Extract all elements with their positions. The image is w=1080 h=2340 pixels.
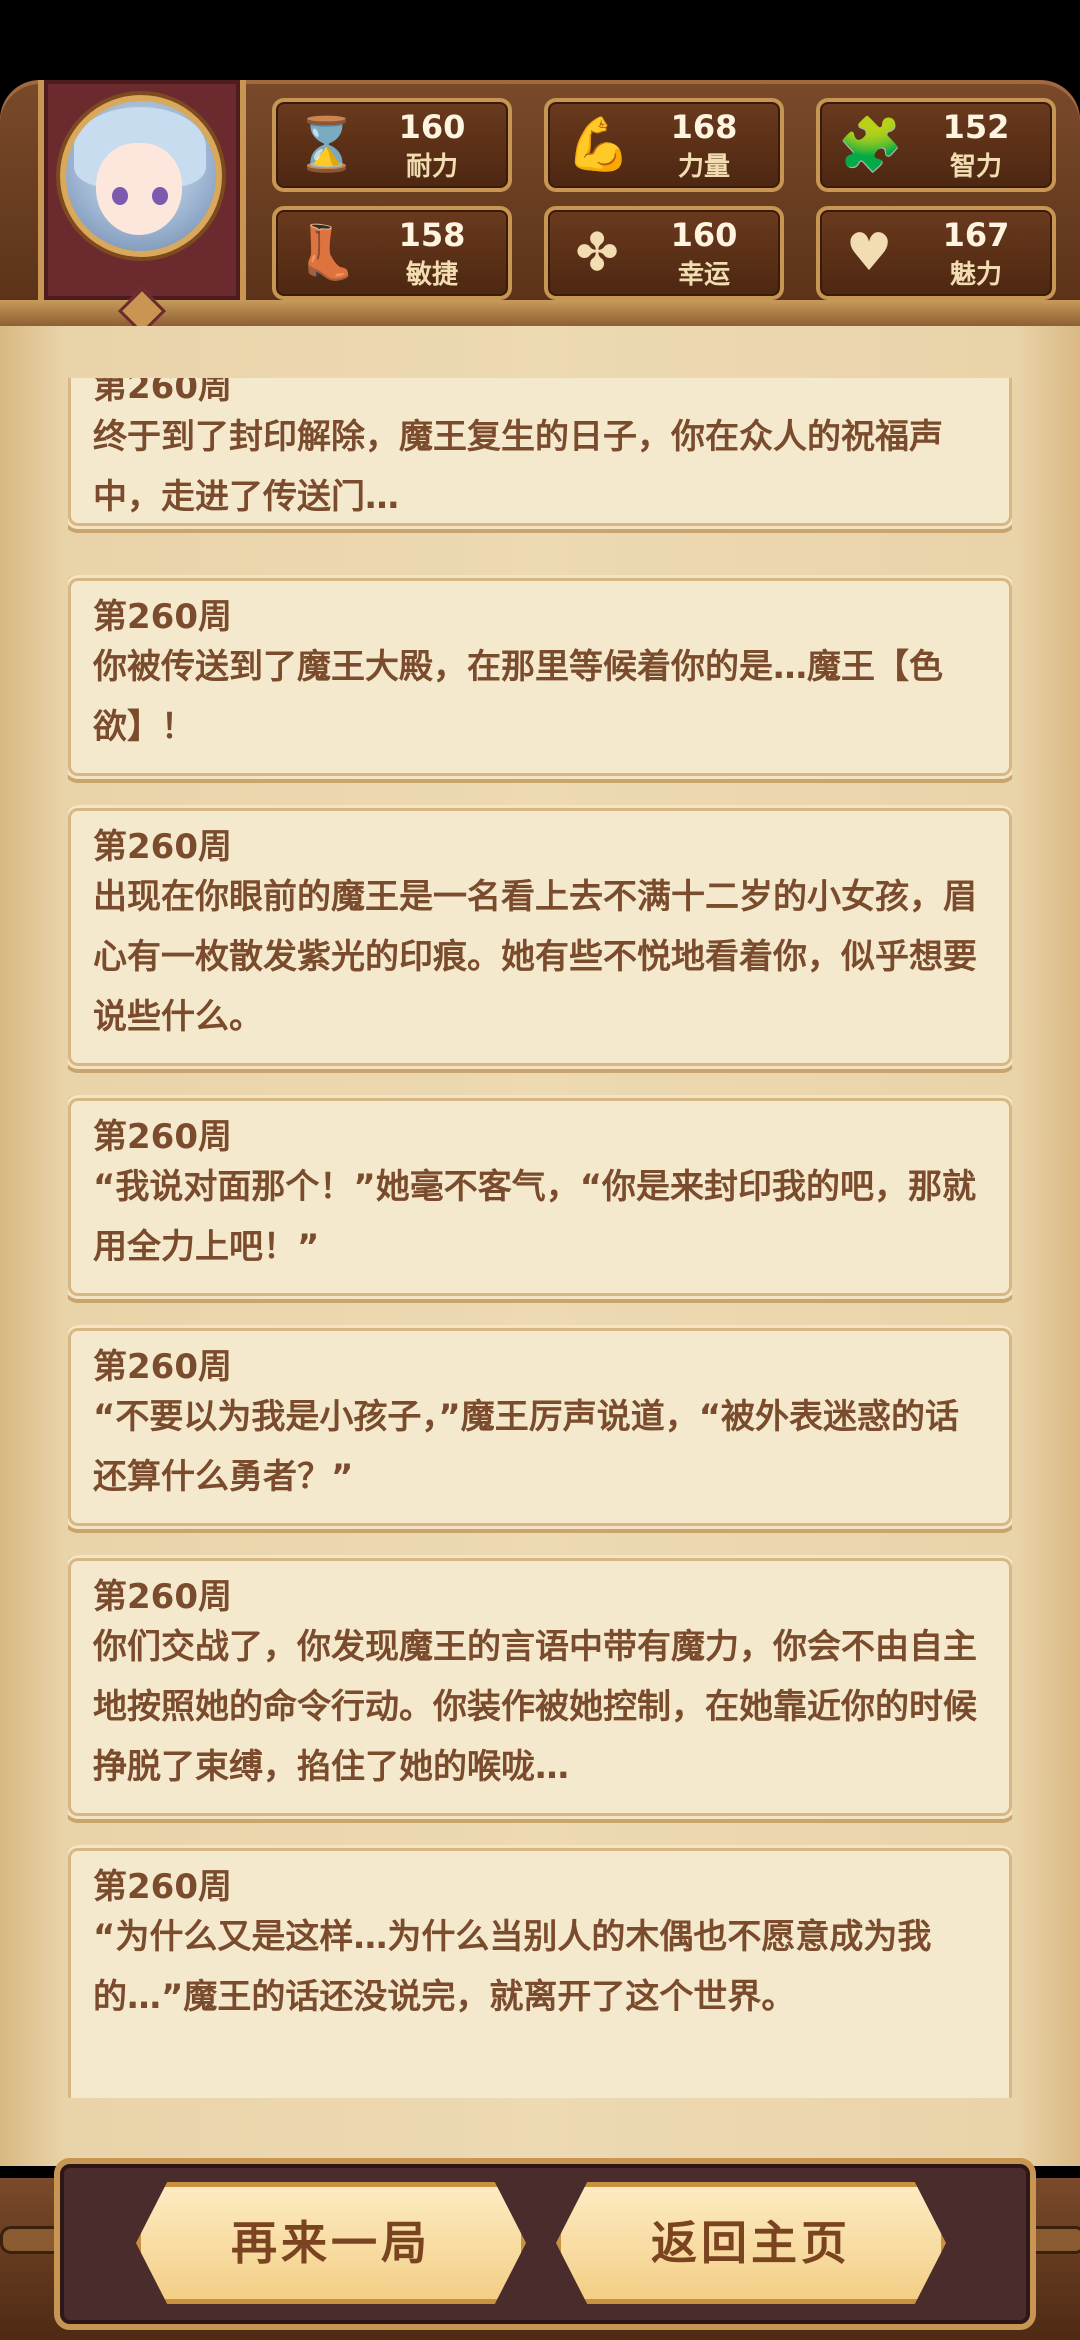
retry-button[interactable]: 再来一局 xyxy=(136,2182,526,2304)
stat-value: 160 xyxy=(670,216,738,254)
stat-value: 167 xyxy=(942,216,1010,254)
arm-icon: 💪 xyxy=(566,115,631,175)
stat-value: 158 xyxy=(398,216,466,254)
log-week: 第260周 xyxy=(93,1867,232,1907)
log-text: 你们交战了，你发现魔王的言语中带有魔力，你会不由自主地按照她的命令行动。你装作被… xyxy=(93,1627,977,1787)
log-entry: 第260周 “为什么又是这样…为什么当别人的木偶也不愿意成为我的…”魔王的话还没… xyxy=(68,1848,1012,2098)
stat-value: 160 xyxy=(398,108,466,146)
log-text: “不要以为我是小孩子，”魔王厉声说道，“被外表迷惑的话还算什么勇者？” xyxy=(93,1397,960,1497)
stat-value: 168 xyxy=(670,108,738,146)
stat-label: 幸运 xyxy=(677,260,730,290)
log-week: 第260周 xyxy=(93,597,232,637)
stat-value: 152 xyxy=(942,108,1010,146)
stat-label: 耐力 xyxy=(405,152,458,182)
log-text: “我说对面那个！”她毫不客气，“你是来封印我的吧，那就用全力上吧！” xyxy=(93,1167,977,1267)
log-entry: 第260周 终于到了封印解除，魔王复生的日子，你在众人的祝福声中，走进了传送门… xyxy=(68,378,1012,526)
avatar-eye xyxy=(112,187,128,205)
stat-intelligence: 🧩 152 智力 xyxy=(816,98,1056,192)
log-week: 第260周 xyxy=(93,827,232,867)
hourglass-icon: ⌛ xyxy=(294,115,359,175)
stat-label: 智力 xyxy=(949,152,1002,182)
avatar[interactable] xyxy=(60,95,222,257)
log-entry: 第260周 你被传送到了魔王大殿，在那里等候着你的是…魔王【色欲】！ xyxy=(68,578,1012,776)
clover-icon: ✤ xyxy=(575,223,619,283)
log-week: 第260周 xyxy=(93,1347,232,1387)
log-text: “为什么又是这样…为什么当别人的木偶也不愿意成为我的…”魔王的话还没说完，就离开… xyxy=(93,1917,932,2017)
stat-label: 敏捷 xyxy=(405,260,458,290)
stat-label: 魅力 xyxy=(949,260,1002,290)
heart-plus-icon: ♥ xyxy=(845,223,893,283)
puzzle-icon: 🧩 xyxy=(838,115,903,175)
log-text: 你被传送到了魔王大殿，在那里等候着你的是…魔王【色欲】！ xyxy=(93,647,943,747)
log-entry: 第260周 “我说对面那个！”她毫不客气，“你是来封印我的吧，那就用全力上吧！” xyxy=(68,1098,1012,1296)
log-text: 终于到了封印解除，魔王复生的日子，你在众人的祝福声中，走进了传送门… xyxy=(93,417,943,517)
log-entry: 第260周 出现在你眼前的魔王是一名看上去不满十二岁的小女孩，眉心有一枚散发紫光… xyxy=(68,808,1012,1066)
log-week: 第260周 xyxy=(93,378,232,407)
log-week: 第260周 xyxy=(93,1117,232,1157)
log-week: 第260周 xyxy=(93,1577,232,1617)
boot-icon: 👢 xyxy=(294,223,359,283)
log-entry: 第260周 “不要以为我是小孩子，”魔王厉声说道，“被外表迷惑的话还算什么勇者？… xyxy=(68,1328,1012,1526)
avatar-eye xyxy=(152,187,168,205)
stat-strength: 💪 168 力量 xyxy=(544,98,784,192)
stat-label: 力量 xyxy=(677,152,730,182)
event-log[interactable]: 第260周 终于到了封印解除，魔王复生的日子，你在众人的祝福声中，走进了传送门…… xyxy=(68,378,1012,2098)
avatar-face xyxy=(96,143,182,235)
home-button[interactable]: 返回主页 xyxy=(556,2182,946,2304)
log-entry: 第260周 你们交战了，你发现魔王的言语中带有魔力，你会不由自主地按照她的命令行… xyxy=(68,1558,1012,1816)
stat-charm: ♥ 167 魅力 xyxy=(816,206,1056,300)
log-text: 出现在你眼前的魔王是一名看上去不满十二岁的小女孩，眉心有一枚散发紫光的印痕。她有… xyxy=(93,877,977,1037)
stat-endurance: ⌛ 160 耐力 xyxy=(272,98,512,192)
stat-agility: 👢 158 敏捷 xyxy=(272,206,512,300)
stat-luck: ✤ 160 幸运 xyxy=(544,206,784,300)
